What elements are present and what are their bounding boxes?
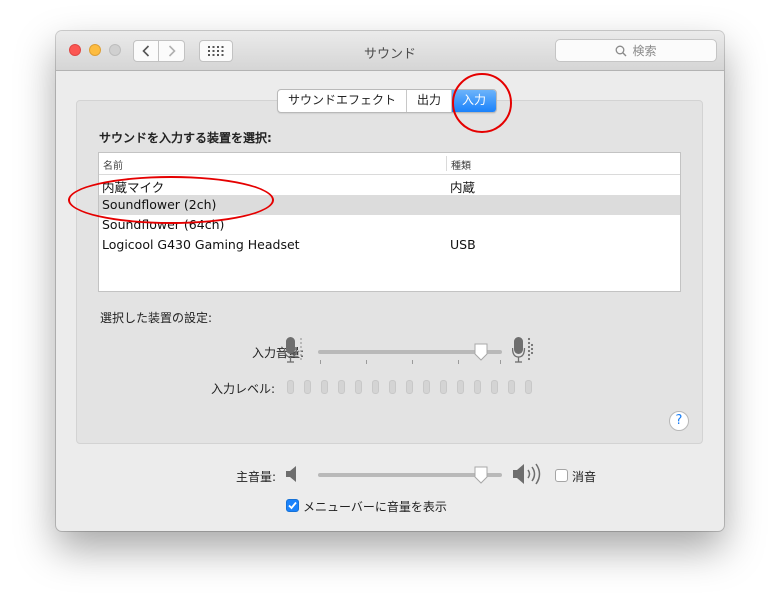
tab-sound-effects[interactable]: サウンドエフェクト [278,90,408,112]
level-segment [389,380,396,394]
show-volume-in-menubar-checkbox[interactable] [286,499,299,512]
sound-preferences-window: サウンド 検索 サウンドエフェクト 出力 入力 サウンドを入力する装置を選択: … [56,31,724,531]
input-volume-slider[interactable] [318,343,502,369]
help-button[interactable]: ? [669,411,689,431]
slider-tick [320,360,321,364]
device-settings-label: 選択した装置の設定: [100,311,213,325]
level-segment [525,380,532,394]
slider-tick [366,360,367,364]
level-segment [457,380,464,394]
column-divider [446,156,447,171]
level-segment [508,380,515,394]
search-icon [616,45,627,56]
annotation-ellipse-soundflower [68,176,274,224]
level-segment [304,380,311,394]
checkmark-icon [288,501,297,510]
speaker-high-icon [513,463,541,485]
input-level-label: 入力レベル: [210,382,275,396]
slider-tick [458,360,459,364]
column-header-type[interactable]: 種類 [451,157,471,172]
device-type: 内蔵 [450,180,476,195]
column-header-name[interactable]: 名前 [103,157,123,172]
level-segment [372,380,379,394]
slider-tick [500,360,501,364]
mute-label: 消音 [572,470,597,484]
level-segment [406,380,413,394]
annotation-circle-input-tab [452,73,512,133]
microphone-low-icon [284,337,302,363]
speaker-low-icon [286,466,296,482]
level-segment [423,380,430,394]
slider-tick [412,360,413,364]
search-field[interactable]: 検索 [555,39,717,62]
level-segment [321,380,328,394]
tab-output[interactable]: 出力 [407,90,453,112]
input-volume-label: 入力音量: [251,346,304,360]
titlebar: サウンド 検索 [56,31,724,71]
level-segment [287,380,294,394]
show-volume-in-menubar-label: メニューバーに音量を表示 [303,500,447,514]
master-volume-label: 主音量: [235,470,276,484]
slider-thumb[interactable] [474,466,488,484]
master-volume-slider[interactable] [318,466,502,492]
slider-thumb[interactable] [474,343,488,361]
level-segment [338,380,345,394]
table-header: 名前 種類 [99,153,680,175]
device-type: USB [450,237,476,252]
level-segment [491,380,498,394]
device-section-label: サウンドを入力する装置を選択: [99,131,272,145]
table-row[interactable]: Logicool G430 Gaming Headset USB [99,235,680,255]
level-segment [474,380,481,394]
search-placeholder: 検索 [632,44,657,58]
mute-checkbox[interactable] [555,469,568,482]
microphone-high-icon [512,337,534,363]
level-segment [440,380,447,394]
level-segment [355,380,362,394]
device-name: Logicool G430 Gaming Headset [102,237,300,252]
